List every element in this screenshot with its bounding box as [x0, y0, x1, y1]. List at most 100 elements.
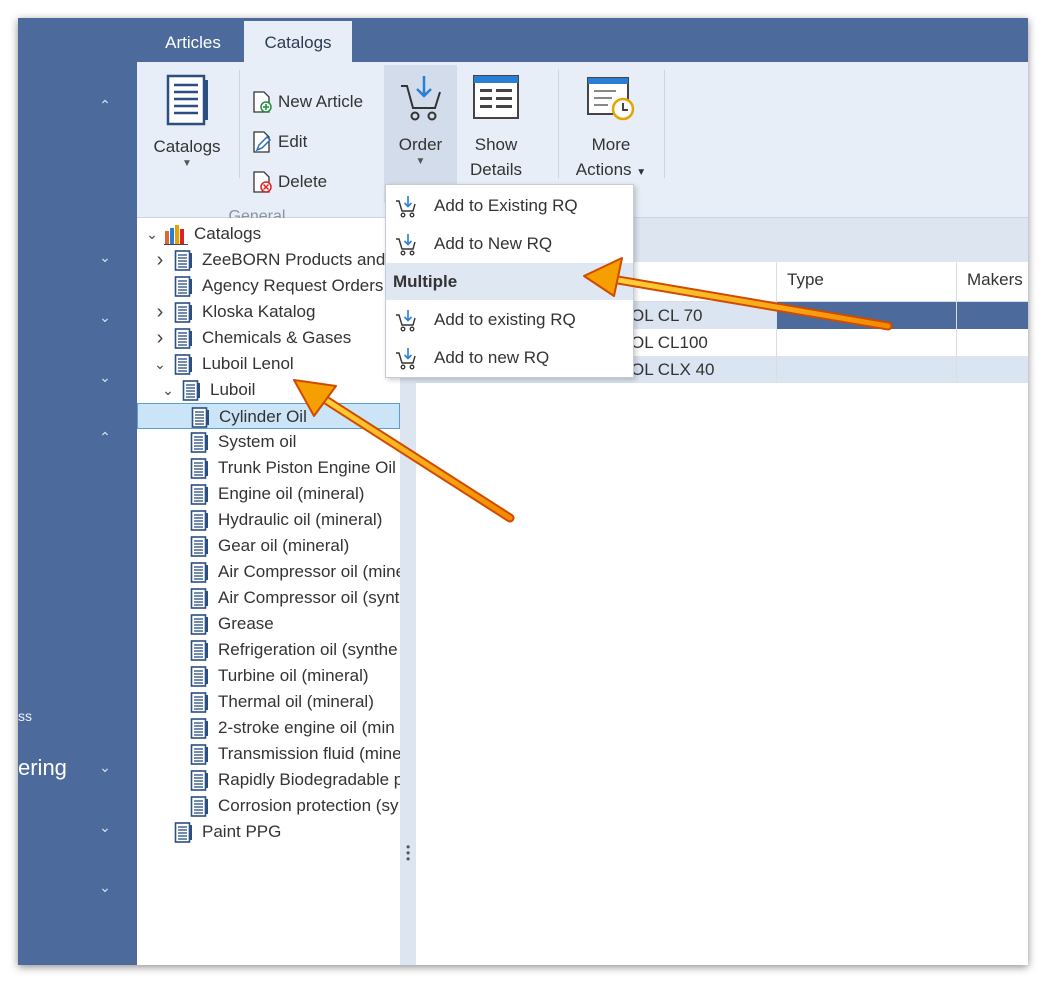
- tree-item[interactable]: System oil: [137, 429, 400, 455]
- catalog-book-icon: [190, 614, 208, 635]
- dropdown-caret-icon: ▼: [182, 158, 192, 169]
- tree-root[interactable]: ⌄ Catalogs: [137, 221, 400, 247]
- tree-item[interactable]: Paint PPG: [137, 819, 400, 845]
- tree-item[interactable]: Turbine oil (mineral): [137, 663, 400, 689]
- menu-item-add-to-new-rq[interactable]: Add to New RQ: [386, 225, 633, 263]
- tab-catalogs[interactable]: Catalogs: [244, 21, 352, 62]
- tree-item-label: Trunk Piston Engine Oil: [218, 458, 396, 477]
- cart-download-icon: [400, 76, 441, 121]
- collapse-chevron-icon[interactable]: ⌄: [146, 221, 158, 247]
- catalog-book-icon: [174, 328, 192, 349]
- cell-makers: [956, 302, 1028, 329]
- catalog-book-icon: [190, 770, 208, 791]
- tree-item[interactable]: Engine oil (mineral): [137, 481, 400, 507]
- catalogs-button[interactable]: Catalogs ▼: [149, 74, 225, 169]
- edit-button[interactable]: Edit: [252, 128, 307, 156]
- cell-type: [776, 329, 956, 356]
- chevron-down-icon[interactable]: ⌄: [98, 760, 112, 774]
- nav-section-partial[interactable]: ering: [18, 755, 67, 781]
- expand-chevron-icon[interactable]: ›: [154, 325, 166, 351]
- expand-chevron-icon[interactable]: ›: [154, 299, 166, 325]
- left-navigation-pane: ⌃ ⌄ ⌄ ⌄ ⌃ ss ering ⌄ ⌄ ⌄: [18, 18, 137, 965]
- tree-item[interactable]: Corrosion protection (sy: [137, 793, 400, 819]
- tree-item-label: Rapidly Biodegradable p: [218, 770, 400, 789]
- catalog-book-icon: [190, 562, 208, 583]
- tree-item[interactable]: Gear oil (mineral): [137, 533, 400, 559]
- collapse-chevron-icon[interactable]: ⌄: [154, 351, 166, 377]
- cell-name: OL CLX 40: [631, 360, 715, 379]
- tab-articles[interactable]: Articles: [149, 21, 237, 62]
- collapse-chevron-icon[interactable]: ⌄: [162, 377, 174, 403]
- more-actions-button[interactable]: More Actions ▼: [562, 74, 660, 185]
- tree-item[interactable]: Air Compressor oil (synt: [137, 585, 400, 611]
- menu-item-multi-add-to-existing-rq[interactable]: Add to existing RQ: [386, 301, 633, 339]
- edit-label: Edit: [278, 132, 308, 151]
- tree-item-label: Hydraulic oil (mineral): [218, 510, 383, 529]
- details-grid-icon: [473, 75, 519, 119]
- chevron-up-icon[interactable]: ⌃: [98, 430, 112, 444]
- catalog-book-icon: [190, 718, 208, 739]
- tree-item-label: Refrigeration oil (synthe: [218, 640, 398, 659]
- tree-item-label: Luboil Lenol: [202, 354, 294, 373]
- ribbon-tab-bar: Articles Catalogs: [137, 18, 1028, 62]
- chevron-down-icon[interactable]: ⌄: [98, 820, 112, 834]
- catalog-book-icon: [190, 640, 208, 661]
- tree-item[interactable]: Refrigeration oil (synthe: [137, 637, 400, 663]
- tree-item[interactable]: › ZeeBORN Products and: [137, 247, 400, 273]
- menu-item-label: Add to New RQ: [434, 234, 553, 253]
- catalogs-button-label: Catalogs: [153, 137, 221, 156]
- catalog-book-icon: [190, 458, 208, 479]
- tree-item[interactable]: ⌄ Luboil: [137, 377, 400, 403]
- catalog-book-icon: [174, 250, 192, 271]
- tree-item[interactable]: Rapidly Biodegradable p: [137, 767, 400, 793]
- tree-item[interactable]: › Kloska Katalog: [137, 299, 400, 325]
- tree-item[interactable]: Trunk Piston Engine Oil: [137, 455, 400, 481]
- expand-chevron-icon[interactable]: ›: [154, 247, 166, 273]
- menu-item-multi-add-to-new-rq[interactable]: Add to new RQ: [386, 339, 633, 377]
- delete-button[interactable]: Delete: [252, 168, 327, 196]
- menu-item-add-to-existing-rq[interactable]: Add to Existing RQ: [386, 187, 633, 225]
- splitter-grip-icon[interactable]: • • •: [406, 841, 410, 865]
- tree-item[interactable]: Grease: [137, 611, 400, 637]
- menu-item-label: Add to new RQ: [434, 348, 550, 367]
- menu-section-header-multiple: Multiple: [386, 263, 633, 300]
- tree-item[interactable]: Agency Request Orders: [137, 273, 400, 299]
- tree-item[interactable]: › Chemicals & Gases: [137, 325, 400, 351]
- tree-item-label: System oil: [218, 432, 297, 451]
- tree-item[interactable]: Cylinder Oil: [137, 403, 400, 429]
- tree-item[interactable]: Hydraulic oil (mineral): [137, 507, 400, 533]
- tree-item[interactable]: ⌄ Luboil Lenol: [137, 351, 400, 377]
- tree-item[interactable]: Air Compressor oil (mine: [137, 559, 400, 585]
- tree-root-label: Catalogs: [194, 224, 262, 243]
- cart-download-icon: [396, 234, 416, 256]
- column-header-type[interactable]: Type: [776, 262, 956, 302]
- cell-name: OL CL 70: [631, 306, 703, 325]
- tree-item-label: ZeeBORN Products and: [202, 250, 386, 269]
- tree-item[interactable]: Thermal oil (mineral): [137, 689, 400, 715]
- nav-item-partial[interactable]: ss: [18, 708, 32, 724]
- catalog-book-icon: [174, 302, 192, 323]
- chevron-down-icon[interactable]: ⌄: [98, 370, 112, 384]
- chevron-up-icon[interactable]: ⌃: [98, 98, 112, 112]
- chevron-down-icon[interactable]: ⌄: [98, 310, 112, 324]
- tree-item-label: Engine oil (mineral): [218, 484, 365, 503]
- chevron-down-icon[interactable]: ⌄: [98, 250, 112, 264]
- new-article-button[interactable]: New Article: [252, 88, 363, 116]
- tree-item[interactable]: 2-stroke engine oil (min: [137, 715, 400, 741]
- catalog-book-icon: [190, 692, 208, 713]
- catalog-book-icon: [191, 407, 209, 428]
- ribbon-separator: [558, 70, 559, 178]
- cart-download-icon: [396, 310, 416, 332]
- column-header-makers[interactable]: Makers I: [956, 262, 1028, 325]
- bookshelf-icon: [164, 225, 188, 245]
- column-header-name[interactable]: e: [616, 262, 776, 302]
- chevron-down-icon[interactable]: ⌄: [98, 880, 112, 894]
- cart-download-icon: [396, 348, 416, 370]
- catalog-book-icon: [166, 74, 208, 126]
- tree-item-label: Luboil: [210, 380, 256, 399]
- tree-item[interactable]: Transmission fluid (mine: [137, 741, 400, 767]
- tree-item-label: Turbine oil (mineral): [218, 666, 369, 685]
- show-details-button[interactable]: Show Details: [459, 74, 533, 182]
- order-button[interactable]: Order ▼: [384, 74, 457, 167]
- order-button-label: Order: [398, 135, 443, 154]
